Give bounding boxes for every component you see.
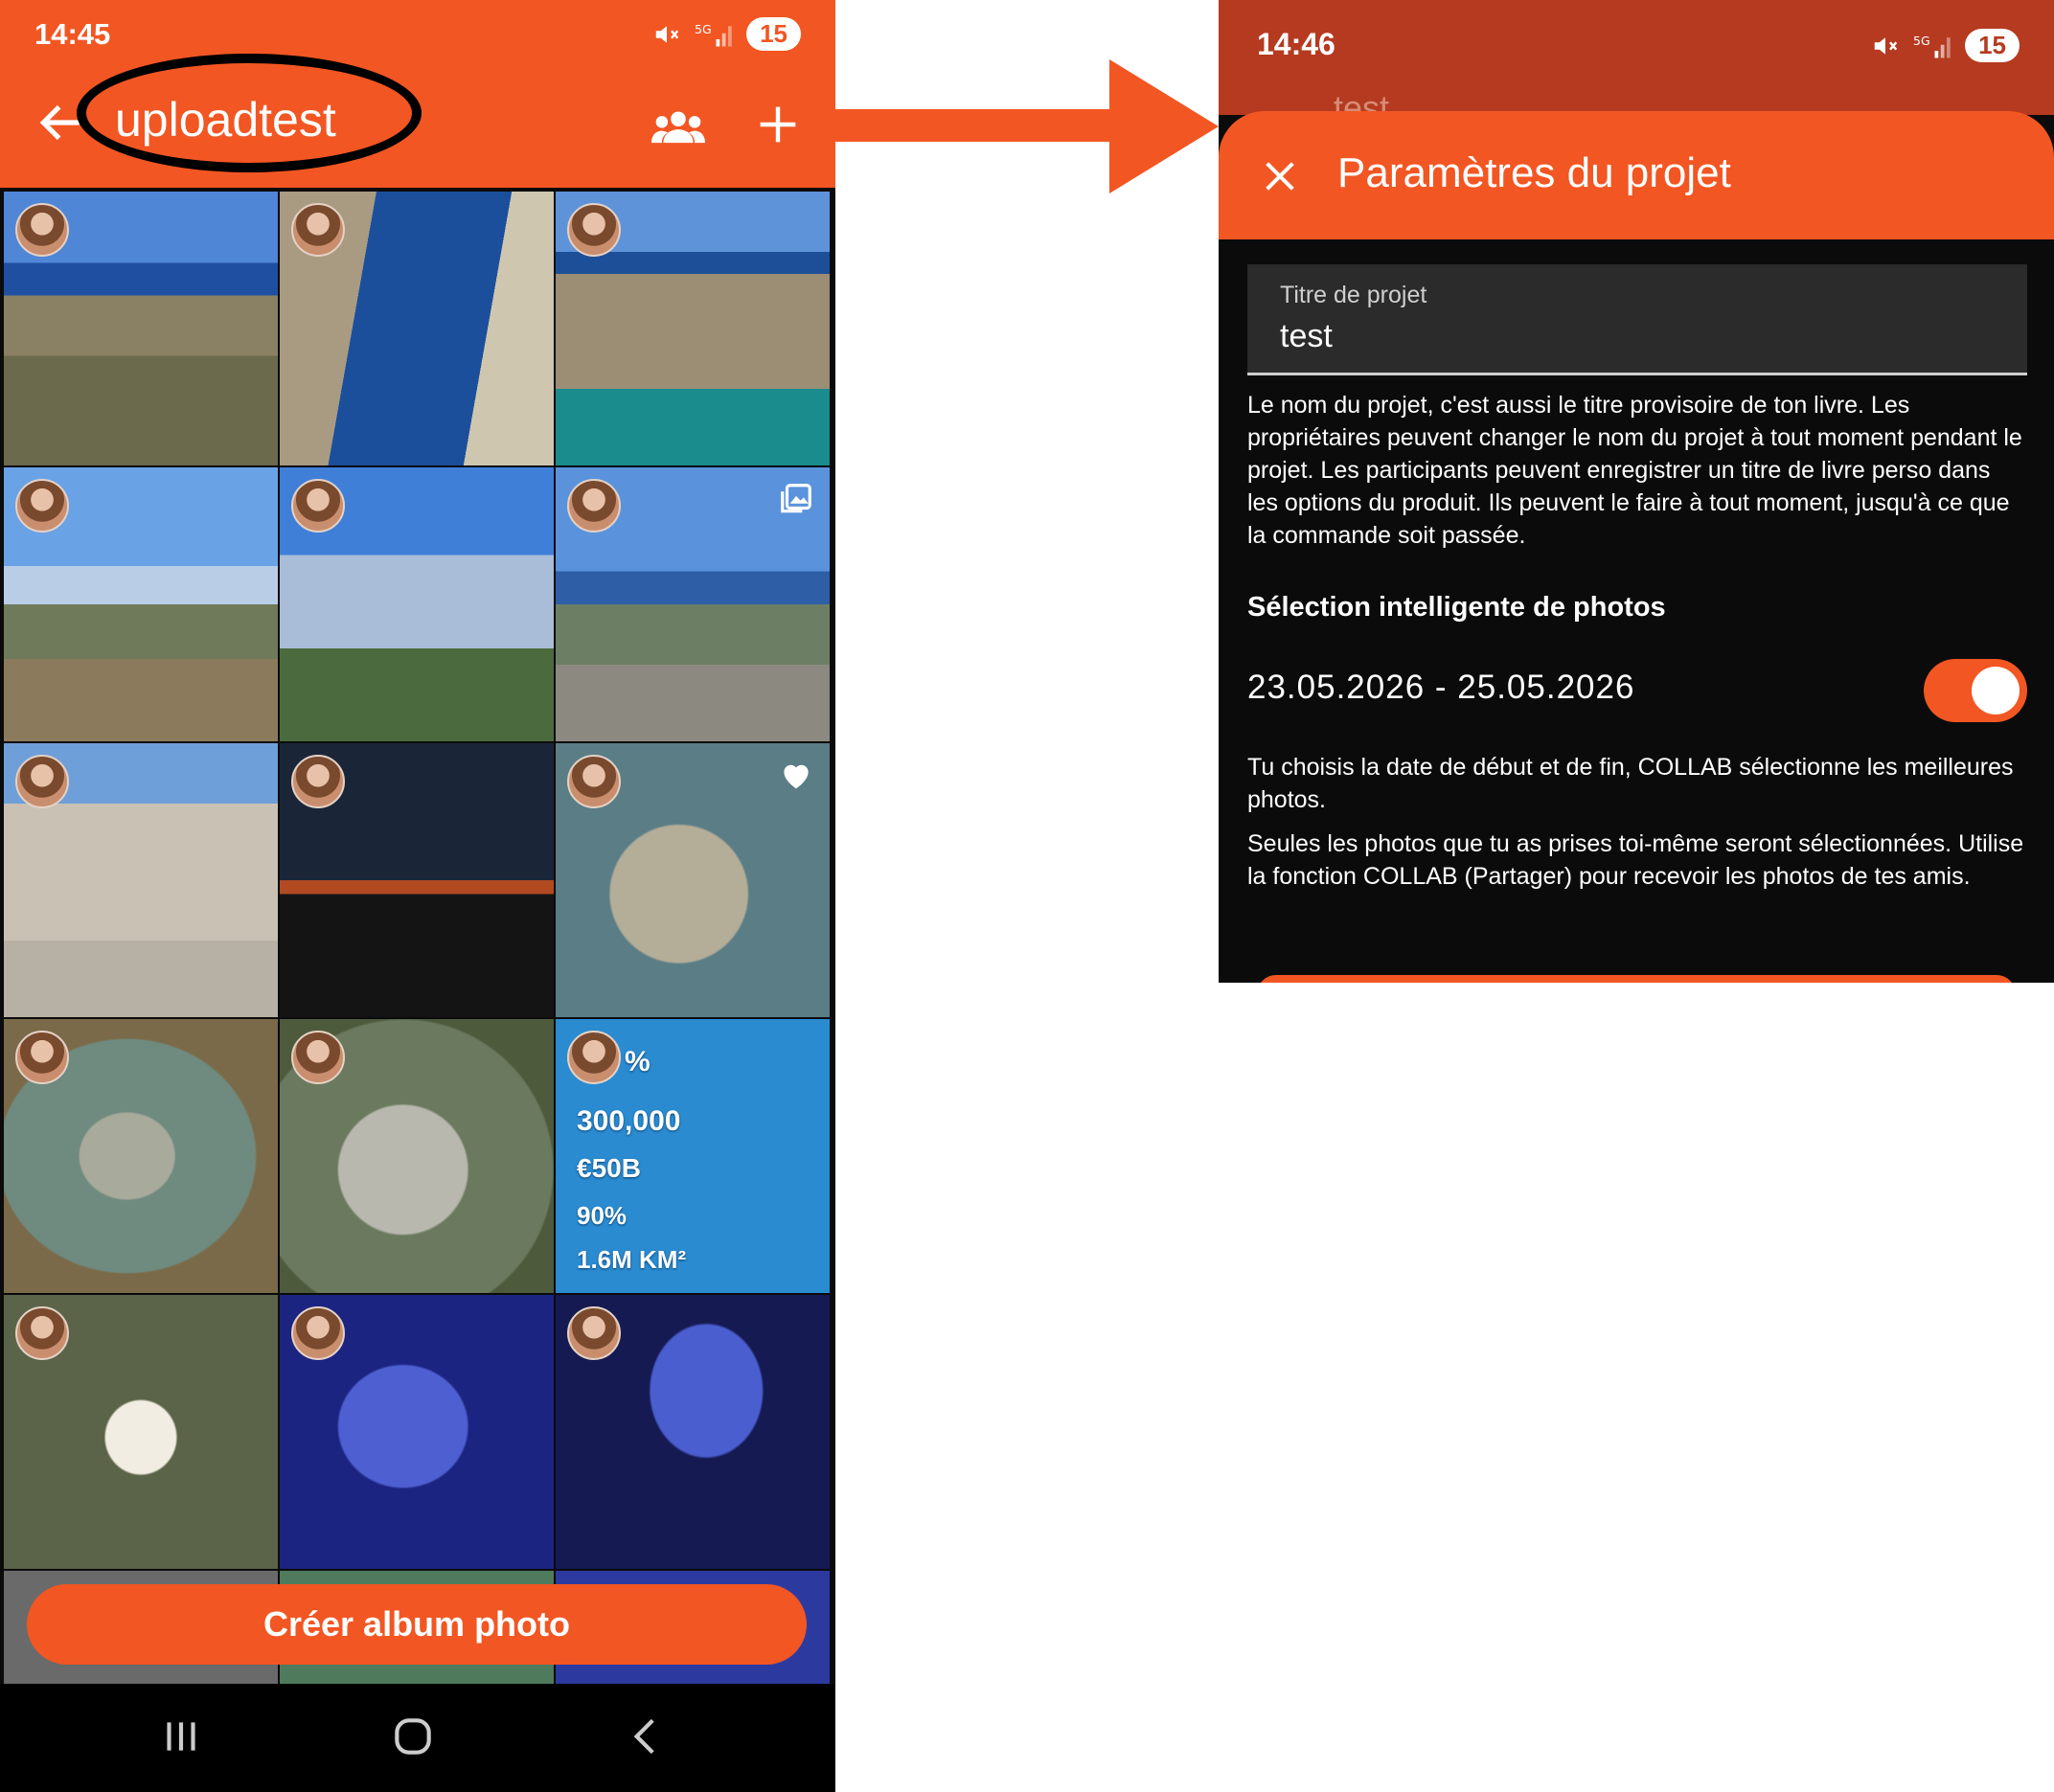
avatar bbox=[567, 755, 621, 808]
smart-selection-note-2: Seules les photos que tu as prises toi-m… bbox=[1247, 830, 2024, 890]
home-icon[interactable] bbox=[389, 1713, 437, 1760]
status-icons: 5G 15 bbox=[652, 17, 801, 51]
photo-tile[interactable] bbox=[4, 192, 278, 465]
photo-tile[interactable] bbox=[556, 467, 830, 741]
tile-text: % bbox=[625, 1046, 650, 1077]
photo-tile[interactable] bbox=[280, 467, 554, 741]
photo-tile[interactable] bbox=[4, 1295, 278, 1569]
avatar bbox=[567, 203, 621, 257]
status-icons: 5G 15 bbox=[1871, 29, 2020, 62]
photo-tile[interactable]: % 300,000 €50B 90% 1.6M KM² bbox=[556, 1019, 830, 1293]
sheet-header: Paramètres du projet bbox=[1219, 111, 2054, 239]
photo-tile[interactable] bbox=[556, 192, 830, 465]
avatar bbox=[15, 203, 69, 257]
signal-icon: 5G bbox=[695, 21, 732, 46]
right-phone-screen: 14:46 5G 15 test Paramètres du projet Ti… bbox=[1219, 0, 2054, 983]
avatar bbox=[291, 479, 345, 533]
status-time: 14:45 bbox=[34, 17, 111, 51]
photo-tile[interactable] bbox=[280, 192, 554, 465]
photo-tile[interactable] bbox=[4, 743, 278, 1017]
battery-indicator: 15 bbox=[746, 17, 801, 51]
people-icon[interactable] bbox=[651, 107, 705, 146]
photo-grid: % 300,000 €50B 90% 1.6M KM² bbox=[4, 192, 830, 1792]
tile-text: 1.6M KM² bbox=[577, 1245, 687, 1274]
battery-indicator: 15 bbox=[1965, 29, 2020, 62]
tile-text: €50B bbox=[577, 1153, 641, 1183]
project-description: Le nom du projet, c'est aussi le titre p… bbox=[1247, 392, 2022, 549]
smart-selection-heading: Sélection intelligente de photos bbox=[1247, 592, 1666, 623]
tile-text: 90% bbox=[577, 1201, 628, 1230]
avatar bbox=[15, 479, 69, 533]
smart-selection-note: Tu choisis la date de début et de fin, C… bbox=[1247, 754, 2014, 813]
toggle-knob bbox=[1972, 667, 2020, 715]
mute-icon bbox=[655, 25, 679, 43]
avatar bbox=[567, 1306, 621, 1360]
svg-text:5G: 5G bbox=[1913, 33, 1930, 47]
field-label: Titre de projet bbox=[1280, 282, 1427, 308]
photo-tile[interactable] bbox=[280, 743, 554, 1017]
heart-icon[interactable] bbox=[778, 757, 814, 793]
close-icon[interactable] bbox=[1261, 157, 1299, 195]
photo-tile[interactable] bbox=[4, 1019, 278, 1293]
right-status-bar: 14:46 5G 15 test bbox=[1219, 0, 2054, 127]
avatar bbox=[15, 1031, 69, 1084]
avatar bbox=[15, 1306, 69, 1360]
project-title-field[interactable]: Titre de projet test bbox=[1247, 264, 2027, 375]
avatar bbox=[291, 755, 345, 808]
bottom-button-peek[interactable] bbox=[1257, 975, 2016, 983]
date-range[interactable]: 23.05.2026 - 25.05.2026 bbox=[1247, 669, 1634, 707]
mute-icon bbox=[1874, 36, 1898, 55]
recents-icon[interactable] bbox=[157, 1713, 205, 1760]
project-title-input[interactable]: test bbox=[1280, 318, 1333, 355]
android-nav-bar bbox=[0, 1684, 835, 1792]
avatar bbox=[291, 203, 345, 257]
status-time: 14:46 bbox=[1257, 27, 1335, 61]
left-app-header: 14:45 5G 15 uploadtest bbox=[0, 0, 835, 188]
highlight-oval bbox=[77, 54, 422, 172]
smart-selection-toggle[interactable] bbox=[1924, 659, 2027, 722]
avatar bbox=[291, 1306, 345, 1360]
photo-tile[interactable] bbox=[280, 1019, 554, 1293]
avatar bbox=[15, 755, 69, 808]
photo-tile[interactable] bbox=[556, 1295, 830, 1569]
avatar bbox=[567, 479, 621, 533]
create-album-button[interactable]: Créer album photo bbox=[27, 1584, 807, 1665]
signal-icon: 5G bbox=[1913, 33, 1951, 57]
plus-icon[interactable] bbox=[757, 103, 799, 146]
gallery-icon bbox=[781, 484, 811, 513]
photo-tile[interactable] bbox=[4, 467, 278, 741]
left-phone-screen: 14:45 5G 15 uploadtest % 300,000 €50B 90… bbox=[0, 0, 835, 1792]
photo-tile[interactable] bbox=[556, 743, 830, 1017]
photo-tile[interactable] bbox=[280, 1295, 554, 1569]
back-nav-icon[interactable] bbox=[623, 1713, 671, 1760]
transition-arrow bbox=[832, 59, 1219, 193]
svg-text:5G: 5G bbox=[695, 21, 712, 35]
avatar bbox=[291, 1031, 345, 1084]
sheet-title: Paramètres du projet bbox=[1337, 149, 1731, 196]
avatar bbox=[567, 1031, 621, 1084]
tile-text: 300,000 bbox=[577, 1105, 681, 1137]
